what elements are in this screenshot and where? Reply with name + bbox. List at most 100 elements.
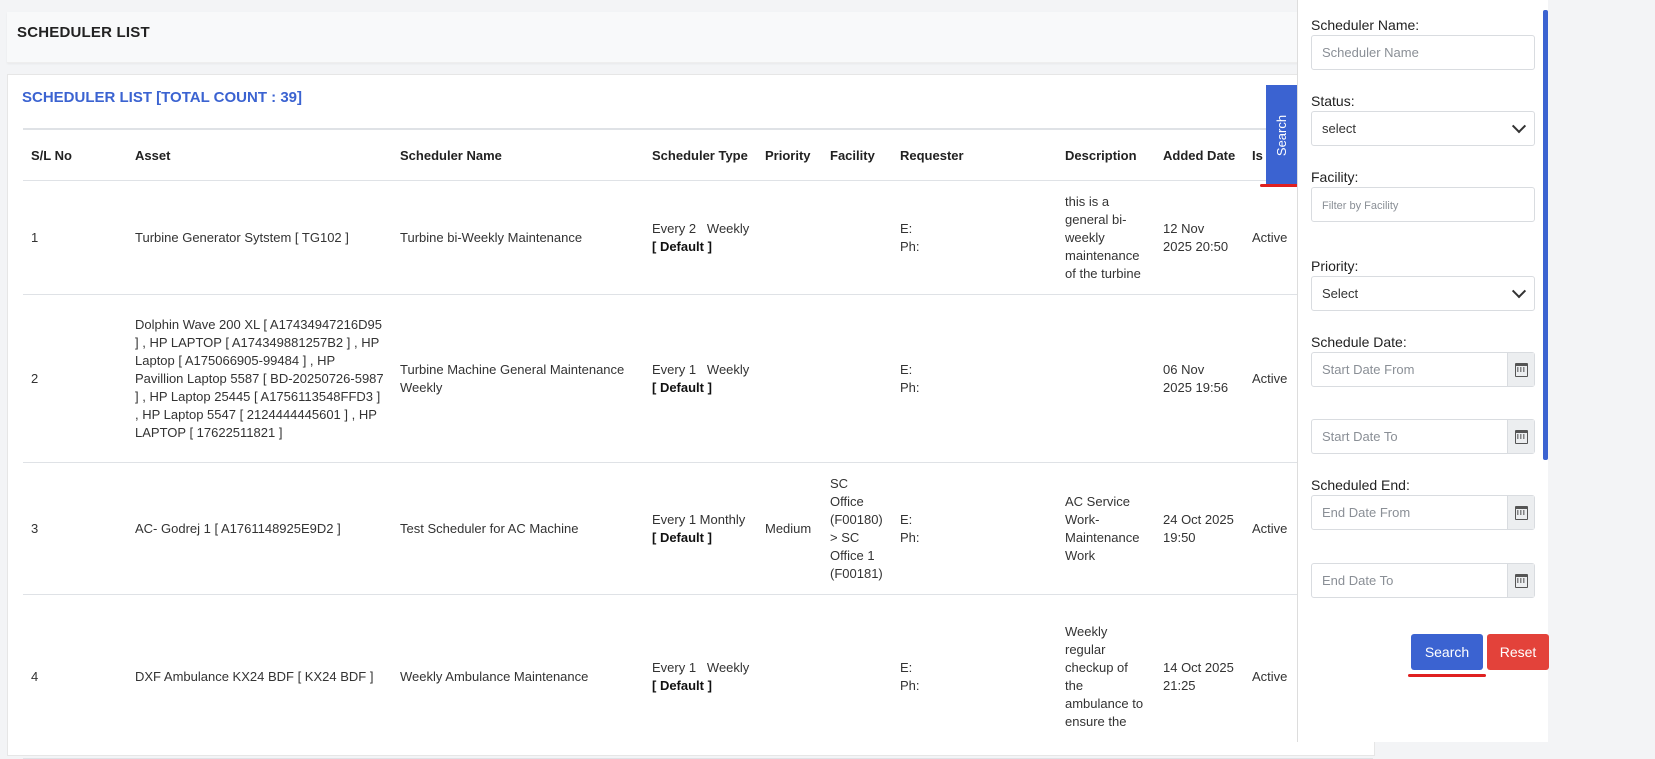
requester-phone: Ph:	[900, 529, 920, 545]
cell-sl: 2	[23, 294, 127, 463]
list-title: SCHEDULER LIST [TOTAL COUNT : 39]	[22, 89, 303, 106]
start-date-from-input[interactable]	[1312, 353, 1507, 386]
cell-requester: E: Ph:	[892, 180, 1057, 295]
end-date-from-group	[1311, 495, 1535, 530]
header-requester[interactable]: Requester	[892, 128, 1057, 181]
cell-requester: E: Ph:	[892, 462, 1057, 595]
end-date-to-calendar-button[interactable]	[1507, 564, 1534, 597]
cell-scheduler-name: Test Scheduler for AC Machine	[392, 462, 644, 595]
scheduler-name-label: Scheduler Name:	[1311, 17, 1420, 33]
start-date-from-calendar-button[interactable]	[1507, 353, 1534, 386]
cell-scheduler-type: Every 1 Weekly [ Default ]	[644, 594, 757, 759]
requester-email: E:	[900, 511, 913, 527]
cell-added-date: 12 Nov 2025 20:50	[1155, 180, 1244, 295]
cell-scheduler-type: Every 1 Weekly [ Default ]	[644, 294, 757, 463]
calendar-icon	[1514, 362, 1528, 377]
scheduler-name-input[interactable]	[1311, 35, 1535, 70]
requester-email: E:	[900, 361, 913, 377]
scheduler-table: S/L No Asset Scheduler Name Scheduler Ty…	[23, 128, 1373, 759]
scheduler-type-tag: [ Default ]	[652, 238, 712, 254]
scheduler-frequency: Every 1 Weekly	[652, 361, 750, 377]
chevron-down-icon	[1511, 118, 1527, 133]
start-date-to-calendar-button[interactable]	[1507, 420, 1534, 453]
cell-sl: 1	[23, 180, 127, 295]
cell-priority	[757, 294, 822, 463]
page-header: SCHEDULER LIST	[7, 12, 1373, 63]
requester-phone: Ph:	[900, 379, 920, 395]
end-date-from-input[interactable]	[1312, 496, 1507, 529]
cell-facility: SC Office (F00180) > SC Office 1 (F00181…	[822, 462, 892, 595]
scheduler-type-tag: [ Default ]	[652, 529, 712, 545]
status-label: Status:	[1311, 93, 1355, 109]
requester-phone: Ph:	[900, 238, 920, 254]
facility-label: Facility:	[1311, 169, 1359, 185]
cell-priority	[757, 594, 822, 759]
cell-facility	[822, 294, 892, 463]
scheduler-frequency: Every 1 Monthly	[652, 511, 746, 527]
chevron-down-icon	[1511, 283, 1527, 298]
cell-description: AC Service Work-Maintenance Work	[1057, 462, 1155, 595]
end-date-from-calendar-button[interactable]	[1507, 496, 1534, 529]
panel-scrollbar[interactable]	[1543, 10, 1548, 460]
cell-description	[1057, 294, 1155, 463]
header-asset[interactable]: Asset	[127, 128, 392, 181]
cell-scheduler-name: Turbine bi-Weekly Maintenance	[392, 180, 644, 295]
cell-scheduler-type: Every 2 Weekly [ Default ]	[644, 180, 757, 295]
scheduler-frequency: Every 2 Weekly	[652, 220, 750, 236]
cell-added-date: 24 Oct 2025 19:50	[1155, 462, 1244, 595]
table-row[interactable]: 3 AC- Godrej 1 [ A1761148925E9D2 ] Test …	[23, 462, 1373, 595]
cell-facility	[822, 594, 892, 759]
requester-email: E:	[900, 659, 913, 675]
start-date-to-input[interactable]	[1312, 420, 1507, 453]
cell-sl: 4	[23, 594, 127, 759]
cell-requester: E: Ph:	[892, 294, 1057, 463]
scheduler-type-tag: [ Default ]	[652, 379, 712, 395]
end-date-to-group	[1311, 563, 1535, 598]
cell-scheduler-type: Every 1 Monthly [ Default ]	[644, 462, 757, 595]
cell-sl: 3	[23, 462, 127, 595]
requester-email: E:	[900, 220, 913, 236]
cell-description: Weekly regular checkup of the ambulance …	[1057, 594, 1155, 759]
scheduler-list-card: SCHEDULER LIST [TOTAL COUNT : 39] S/L No…	[7, 74, 1375, 759]
requester-phone: Ph:	[900, 677, 920, 693]
cell-asset: DXF Ambulance KX24 BDF [ KX24 BDF ]	[127, 594, 392, 759]
header-priority[interactable]: Priority	[757, 128, 822, 181]
start-date-from-group	[1311, 352, 1535, 387]
cell-added-date: 06 Nov 2025 19:56	[1155, 294, 1244, 463]
cell-scheduler-name: Weekly Ambulance Maintenance	[392, 594, 644, 759]
scheduled-end-label: Scheduled End:	[1311, 477, 1410, 493]
cell-priority	[757, 180, 822, 295]
header-description[interactable]: Description	[1057, 128, 1155, 181]
priority-select-value: Select	[1322, 286, 1359, 301]
search-button[interactable]: Search	[1411, 634, 1483, 670]
schedule-date-label: Schedule Date:	[1311, 334, 1407, 350]
search-filter-panel: Scheduler Name: Status: select Facility:…	[1297, 0, 1549, 742]
status-select[interactable]: select	[1311, 111, 1535, 146]
end-date-to-input[interactable]	[1312, 564, 1507, 597]
status-select-value: select	[1322, 121, 1356, 136]
cell-asset: Dolphin Wave 200 XL [ A17434947216D95 ] …	[127, 294, 392, 463]
scheduler-frequency: Every 1 Weekly	[652, 659, 750, 675]
table-row[interactable]: 1 Turbine Generator Sytstem [ TG102 ] Tu…	[23, 180, 1373, 295]
facility-filter-input[interactable]	[1311, 187, 1535, 222]
cell-asset: Turbine Generator Sytstem [ TG102 ]	[127, 180, 392, 295]
cell-added-date: 14 Oct 2025 21:25	[1155, 594, 1244, 759]
cell-scheduler-name: Turbine Machine General Maintenance Week…	[392, 294, 644, 463]
header-scheduler-type[interactable]: Scheduler Type	[644, 128, 757, 181]
header-sl-no[interactable]: S/L No	[23, 128, 127, 181]
table-row[interactable]: 2 Dolphin Wave 200 XL [ A17434947216D95 …	[23, 294, 1373, 463]
header-added-date[interactable]: Added Date	[1155, 128, 1244, 181]
table-row[interactable]: 4 DXF Ambulance KX24 BDF [ KX24 BDF ] We…	[23, 594, 1373, 759]
highlight-underline	[1408, 674, 1486, 677]
calendar-icon	[1514, 429, 1528, 444]
page-title: SCHEDULER LIST	[17, 24, 150, 41]
header-facility[interactable]: Facility	[822, 128, 892, 181]
search-panel-toggle[interactable]: Search	[1266, 85, 1298, 185]
priority-label: Priority:	[1311, 258, 1359, 274]
cell-description: this is a general bi-weekly maintenance …	[1057, 180, 1155, 295]
priority-select[interactable]: Select	[1311, 276, 1535, 311]
reset-button[interactable]: Reset	[1487, 634, 1549, 670]
cell-priority: Medium	[757, 462, 822, 595]
cell-asset: AC- Godrej 1 [ A1761148925E9D2 ]	[127, 462, 392, 595]
header-scheduler-name[interactable]: Scheduler Name	[392, 128, 644, 181]
